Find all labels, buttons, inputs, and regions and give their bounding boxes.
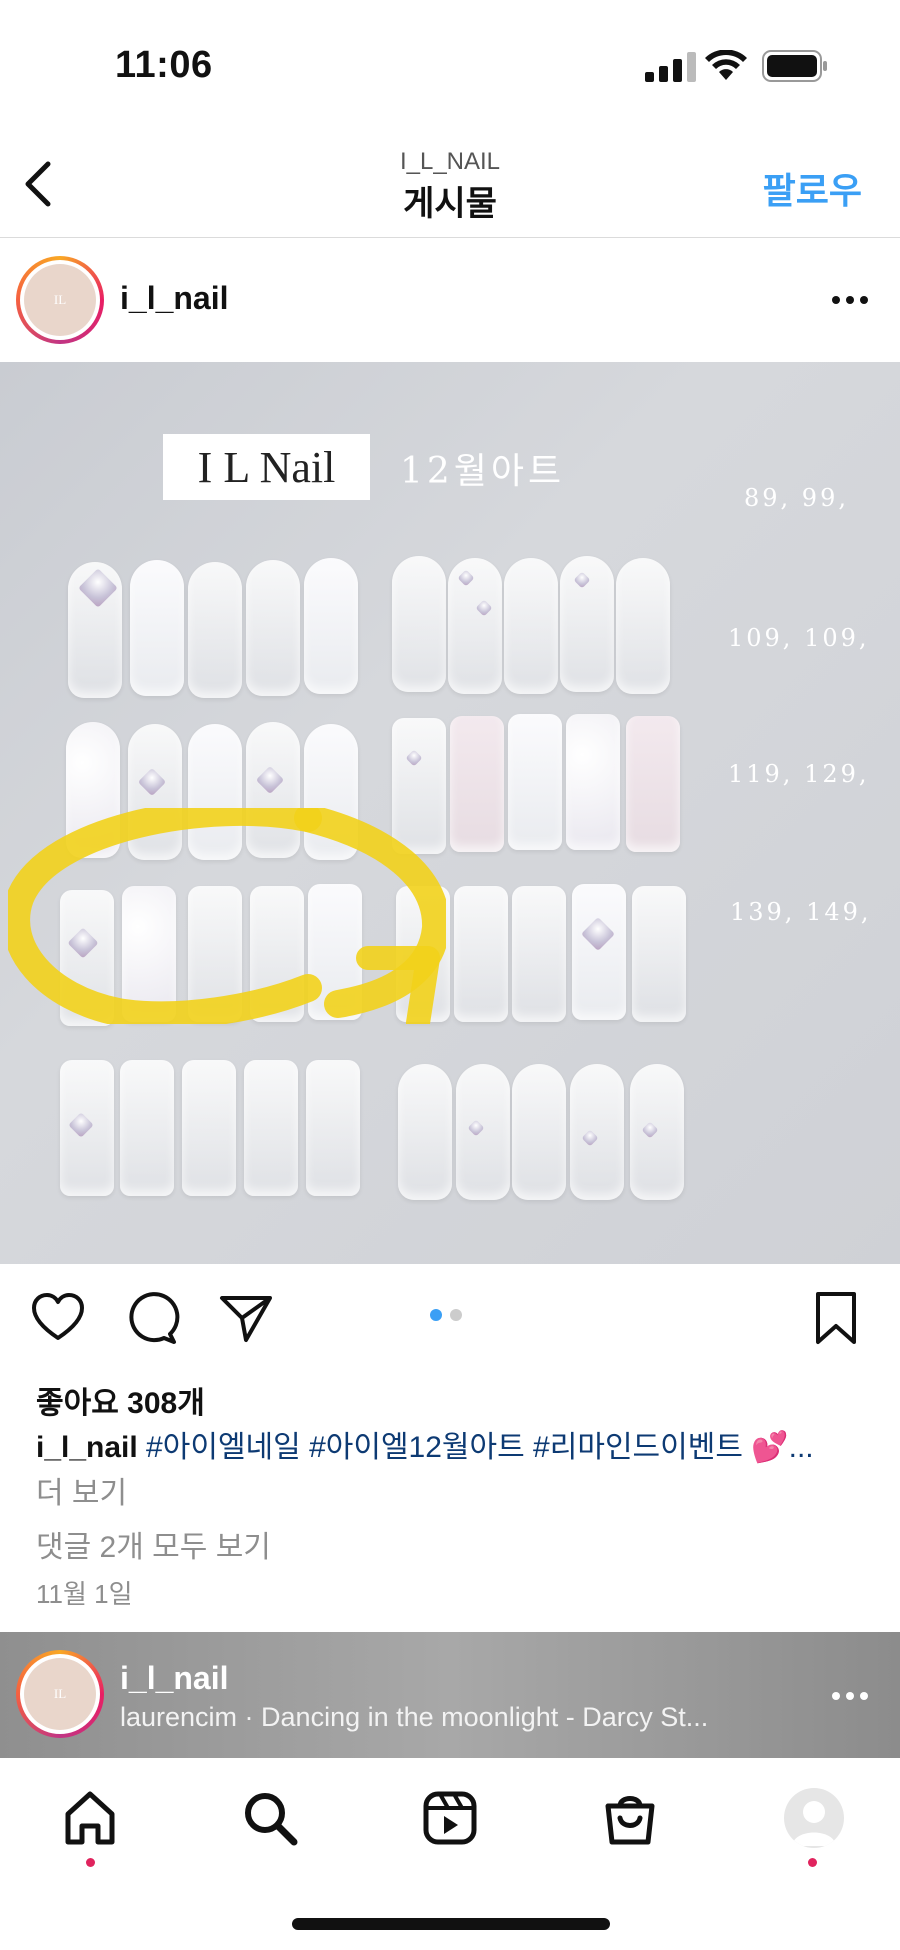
price-label: 109, 109, — [728, 624, 870, 652]
more-options-icon[interactable] — [830, 288, 870, 312]
post-date: 11월 1일 — [36, 1579, 133, 1609]
image-month-label: 12월아트 — [400, 451, 566, 492]
avatar-logo-icon: IL — [24, 264, 96, 336]
wifi-icon — [705, 50, 747, 80]
cellular-signal-icon — [645, 52, 696, 82]
music-track[interactable]: laurencim · Dancing in the moonlight - D… — [120, 1702, 780, 1733]
price-label: 139, 149, — [730, 898, 872, 926]
carousel-dot-active — [430, 1309, 442, 1321]
price-label: 119, 129, — [728, 760, 870, 788]
profile-icon[interactable] — [784, 1788, 844, 1848]
battery-icon — [762, 50, 827, 82]
music-username[interactable]: i_l_nail — [120, 1660, 229, 1697]
profile-avatar-icon — [792, 1801, 836, 1846]
post-actions — [0, 1264, 900, 1384]
nav-header: I_L_NAIL 게시물 팔로우 — [0, 120, 900, 238]
post-image[interactable]: I L Nail 12월아트 89, 99, 109, 109, 119, 12… — [0, 362, 900, 1264]
carousel-indicator — [430, 1308, 470, 1326]
shop-icon[interactable] — [600, 1788, 660, 1848]
home-notification-dot — [86, 1858, 95, 1867]
like-count[interactable]: 좋아요 308개 — [36, 1378, 205, 1422]
bookmark-icon[interactable] — [808, 1290, 864, 1346]
reels-icon[interactable] — [420, 1788, 480, 1848]
more-link[interactable]: 더 보기 — [36, 1468, 127, 1512]
music-more-options-icon[interactable] — [830, 1684, 870, 1708]
image-brand-label: I L Nail — [163, 434, 370, 500]
price-label: 89, 99, — [744, 484, 849, 512]
highlight-circle-annotation — [2, 797, 450, 1035]
follow-button[interactable]: 팔로우 — [763, 162, 862, 214]
search-icon[interactable] — [240, 1788, 300, 1848]
home-icon[interactable] — [60, 1788, 120, 1848]
status-bar: 11:06 — [0, 0, 900, 120]
caption-username[interactable]: i_l_nail — [36, 1431, 138, 1464]
avatar[interactable]: IL — [16, 256, 104, 344]
post-header: IL i_l_nail — [0, 238, 900, 362]
post-username[interactable]: i_l_nail — [120, 280, 229, 317]
share-paper-plane-icon[interactable] — [218, 1290, 274, 1346]
carousel-dot — [450, 1309, 462, 1321]
comment-bubble-icon[interactable] — [124, 1290, 180, 1346]
caption-hashtags[interactable]: #아이엘네일 #아이엘12월아트 #리마인드이벤트 💕... — [138, 1431, 814, 1464]
music-bar[interactable]: IL i_l_nail laurencim · Dancing in the m… — [0, 1632, 900, 1758]
avatar-logo-icon: IL — [24, 1658, 96, 1730]
profile-notification-dot — [808, 1858, 817, 1867]
view-comments-link[interactable]: 댓글 2개 모두 보기 — [36, 1522, 271, 1566]
caption: i_l_nail #아이엘네일 #아이엘12월아트 #리마인드이벤트 💕... — [36, 1428, 876, 1468]
music-avatar[interactable]: IL — [16, 1650, 104, 1738]
status-time: 11:06 — [115, 44, 213, 86]
like-heart-icon[interactable] — [30, 1290, 86, 1346]
home-indicator — [292, 1918, 610, 1930]
